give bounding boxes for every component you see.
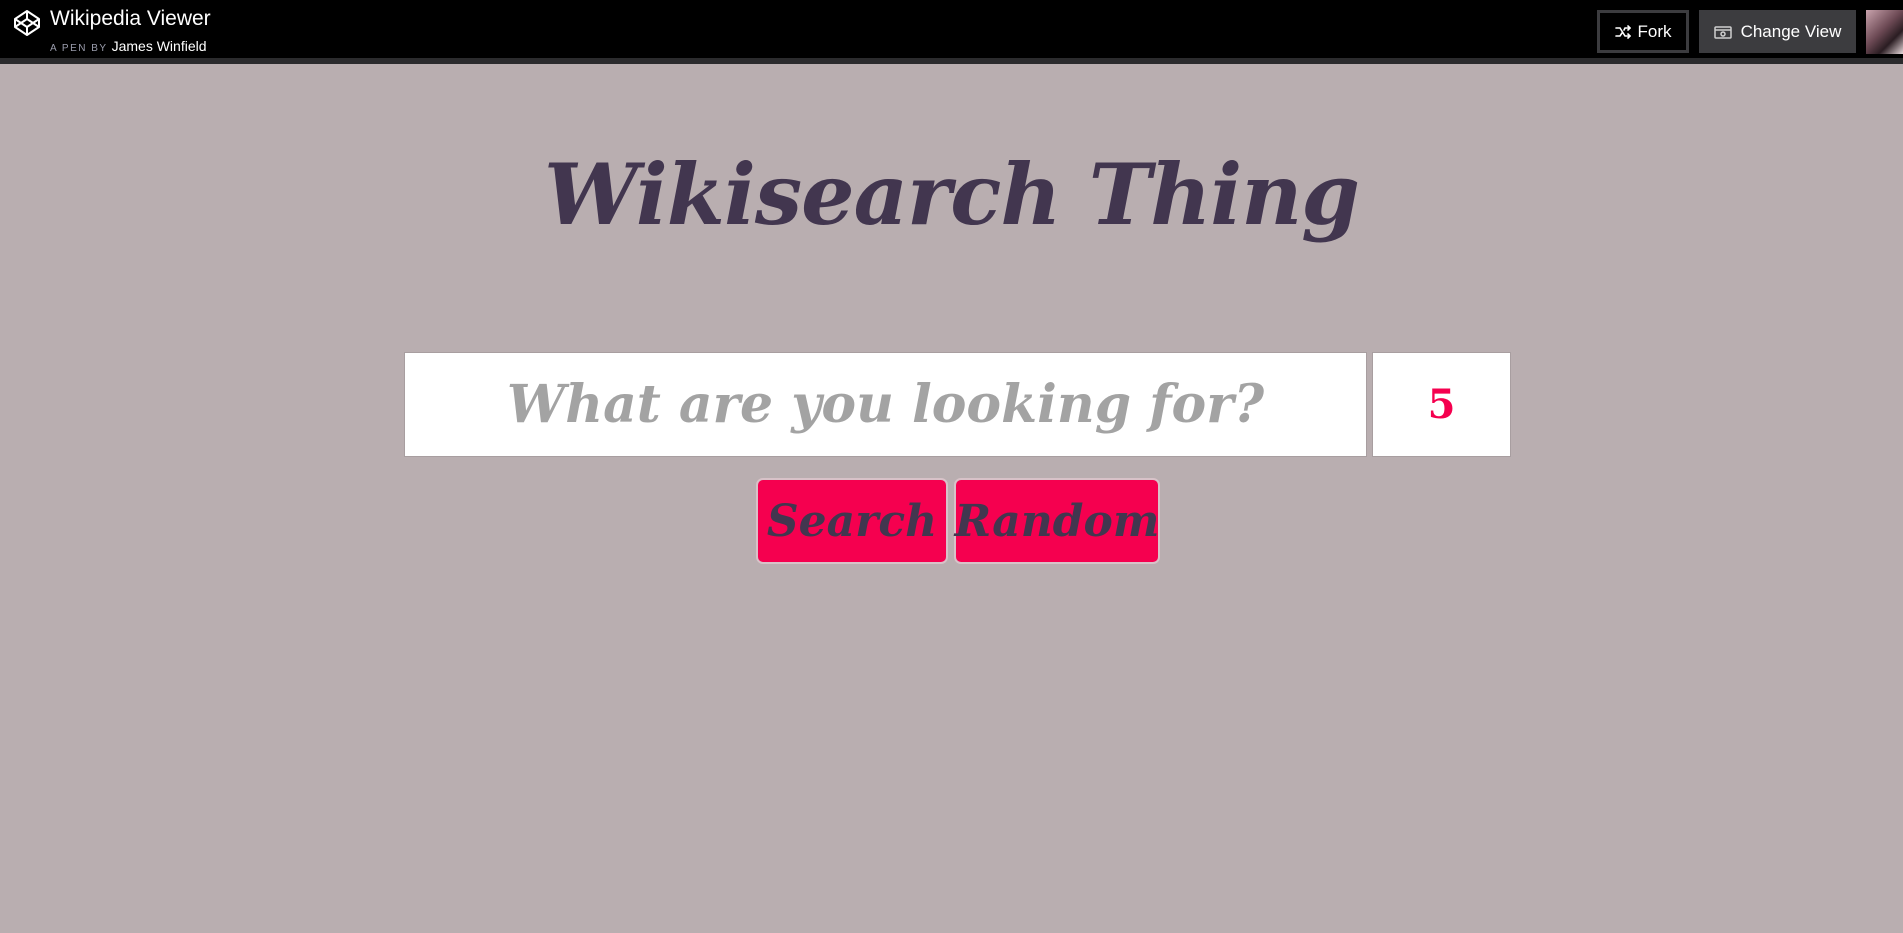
pen-title: Wikipedia Viewer (50, 7, 211, 30)
fork-icon (1614, 24, 1631, 39)
byline-prefix: A PEN BY (50, 43, 108, 54)
search-input[interactable] (404, 352, 1367, 457)
search-button[interactable]: Search (756, 478, 948, 564)
pen-byline: A PEN BY James Winfield (50, 37, 207, 58)
result-count-input[interactable] (1372, 352, 1511, 457)
author-link[interactable]: James Winfield (112, 38, 207, 54)
page-title: Wikisearch Thing (543, 145, 1360, 244)
fork-button[interactable]: Fork (1597, 10, 1689, 53)
random-button[interactable]: Random (954, 478, 1160, 564)
change-view-icon (1713, 25, 1732, 39)
change-view-button[interactable]: Change View (1699, 10, 1856, 53)
fork-label: Fork (1637, 21, 1672, 41)
codepen-logo-icon[interactable] (12, 8, 42, 38)
avatar[interactable] (1866, 10, 1903, 54)
change-view-label: Change View (1740, 21, 1842, 41)
codepen-header-bar: Wikipedia Viewer A PEN BY James Winfield … (0, 0, 1903, 64)
